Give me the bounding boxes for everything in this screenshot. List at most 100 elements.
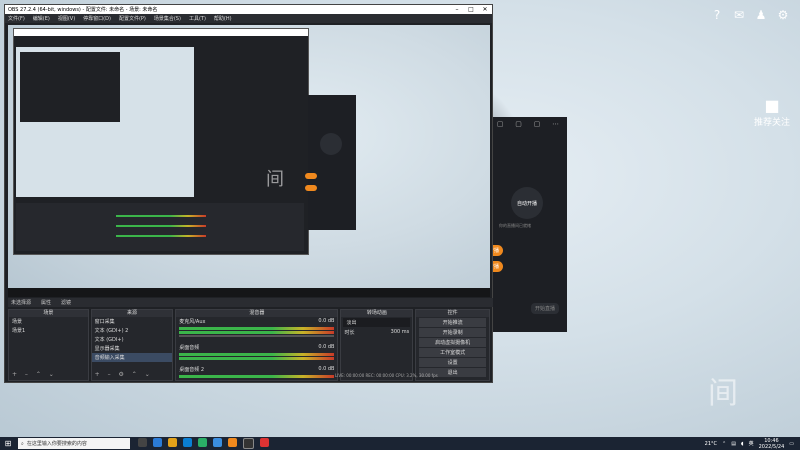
follow-label: 推荐关注 [753,118,790,128]
close-icon[interactable]: ✕ [478,6,492,13]
source-item[interactable]: 显示器采集 [92,344,173,353]
mail-icon[interactable]: ✉ [732,8,746,22]
obs-window: OBS 27.2.4 (64-bit, windows) - 配置文件: 未命名… [4,4,493,383]
follow-widget[interactable]: ■ 推荐关注 [752,96,792,128]
gift-icon[interactable]: ▢ [497,120,504,128]
channel-db: 0.0 dB [318,344,335,350]
transitions-header: 转场动画 [341,310,413,317]
scene-controls[interactable]: + – ⌃ ⌄ [12,371,57,378]
settings-icon[interactable]: ⚙ [776,8,790,22]
panel-icon-row: ▢ ▢ ▢ ⋯ [489,117,567,131]
volume-icon[interactable]: ◖ [741,441,744,447]
user-icon[interactable]: ♟ [754,8,768,22]
source-item[interactable]: 音频输入采集 [91,353,173,362]
menu-help[interactable]: 帮助(H) [214,15,232,22]
scenes-header: 场景 [9,310,88,317]
nested-titlebar [14,29,308,36]
chat-icon[interactable]: ▢ [534,120,541,128]
minimize-icon[interactable]: – [450,6,464,13]
properties-button[interactable]: 属性 [41,299,51,306]
duration-label: 时长 [344,330,355,336]
menu-edit[interactable]: 编辑(E) [33,15,50,22]
explorer-icon[interactable] [168,438,177,447]
app-icon[interactable] [228,438,237,447]
panel-sublabel: 你的直播间已就绪 [499,223,531,228]
channel-name: 桌面音频 [179,345,200,351]
nested-meter [116,235,206,237]
menu-view[interactable]: 视图(V) [58,15,75,22]
preview-orange-2 [305,185,317,191]
menu-file[interactable]: 文件(F) [8,15,25,22]
nested-obs-window [13,28,309,255]
weather-text[interactable]: 21°C [705,441,717,447]
preview-orange-1 [305,173,317,179]
gift-icon[interactable]: ▢ [515,120,522,128]
volume-meter [179,331,335,334]
studio-mode-button[interactable]: 工作室模式 [419,348,486,357]
edge-icon[interactable] [153,438,162,447]
nested-meter [116,215,206,217]
store-icon[interactable] [183,438,192,447]
ime-lang[interactable]: 英 [749,440,754,447]
source-controls[interactable]: + – ⚙ ⌃ ⌄ [95,371,153,378]
source-item[interactable]: 文本 (GDI+) [92,335,173,344]
volume-meter [179,375,335,378]
chevron-up-icon[interactable]: ⌃ [722,441,726,447]
scene-item[interactable]: 场景1 [9,326,88,335]
start-streaming-button[interactable]: 开始推流 [419,318,486,327]
mixer-dock: 混音器 麦克风/Aux 0.0 dB 桌面音频 0.0 dB 桌面音频 2 0.0 d… [175,309,339,381]
source-item[interactable]: 文本 (GDI+) 2 [92,326,173,335]
wechat-icon[interactable] [198,438,207,447]
menu-tools[interactable]: 工具(T) [189,15,206,22]
share-icon[interactable]: ⋯ [552,120,559,128]
obs-preview[interactable]: 间 [8,25,490,297]
start-live-button[interactable]: 开始直播 [531,303,560,314]
virtual-camera-button[interactable]: 启动虚拟摄像机 [419,338,486,347]
nested-docks [16,203,304,251]
window-controls: – □ ✕ [450,6,492,13]
clock[interactable]: 10:46 2022/5/24 [759,438,785,450]
obs-docks: 场景 场景 场景1 + – ⌃ ⌄ 来源 窗口采集 文本 (GDI+) 2 文本… [8,309,490,381]
obs-menubar: 文件(F) 编辑(E) 视图(V) 停靠窗口(D) 配置文件(P) 场景集合(S… [5,14,492,23]
no-source-label: 未选择源 [11,300,32,306]
mixer-header: 混音器 [176,310,338,317]
mixer-channel: 麦克风/Aux 0.0 dB [176,317,337,326]
filters-button[interactable]: 滤镜 [61,299,71,306]
menu-scene-collection[interactable]: 场景集合(S) [154,15,181,22]
scene-item[interactable]: 场景 [9,317,88,326]
windows-taskbar: ⊞ ⌕ 在这里输入你要搜索的内容 21°C ⌃ ▤ ◖ 英 10:46 2022… [0,437,800,450]
task-view-icon[interactable] [138,438,147,447]
duration-input[interactable]: 300 ms [391,329,410,336]
channel-name: 麦克风/Aux [179,319,206,325]
start-recording-button[interactable]: 开始录制 [419,328,486,337]
settings-button[interactable]: 设置 [419,358,486,367]
preview-taskbar [8,288,490,297]
mixer-channel: 桌面音频 2 0.0 dB [176,365,337,374]
live-panel: ▢ ▢ ▢ ⋯ 自动开播 你的直播间已就绪 开播 开播 开始直播 [485,117,567,332]
nested-preview-inner [20,52,120,122]
top-right-toolbar: ? ✉ ♟ ⚙ [710,8,790,22]
transition-select[interactable]: 淡出 [343,318,411,327]
obs-icon[interactable] [243,438,254,449]
volume-meter [179,327,335,330]
app-icon[interactable] [260,438,269,447]
controls-dock: 控件 开始推流 开始录制 启动虚拟摄像机 工作室模式 设置 退出 [415,309,490,381]
preview-live-panel [305,95,356,230]
network-icon[interactable]: ▤ [731,441,736,447]
window-title: OBS 27.2.4 (64-bit, windows) - 配置文件: 未命名… [8,7,158,13]
taskbar-search[interactable]: ⌕ 在这里输入你要搜索的内容 [18,438,130,449]
taskbar-apps [138,438,269,449]
channel-db: 0.0 dB [318,366,335,372]
notification-icon[interactable]: ▭ [789,441,794,447]
mixer-channel: 桌面音频 0.0 dB [176,343,337,352]
app-icon[interactable] [213,438,222,447]
menu-docks[interactable]: 停靠窗口(D) [83,15,111,22]
source-item[interactable]: 窗口采集 [92,317,173,326]
menu-profile[interactable]: 配置文件(P) [119,15,146,22]
help-icon[interactable]: ? [710,8,724,22]
auto-live-button[interactable]: 自动开播 [511,187,543,219]
maximize-icon[interactable]: □ [464,6,478,13]
windows-start-icon[interactable]: ⊞ [0,437,16,450]
volume-slider[interactable] [179,335,335,337]
desktop-background: 间 ? ✉ ♟ ⚙ ■ 推荐关注 ▢ ▢ ▢ ⋯ 自动开播 你的直播间已就绪 开播 开… [0,0,800,437]
